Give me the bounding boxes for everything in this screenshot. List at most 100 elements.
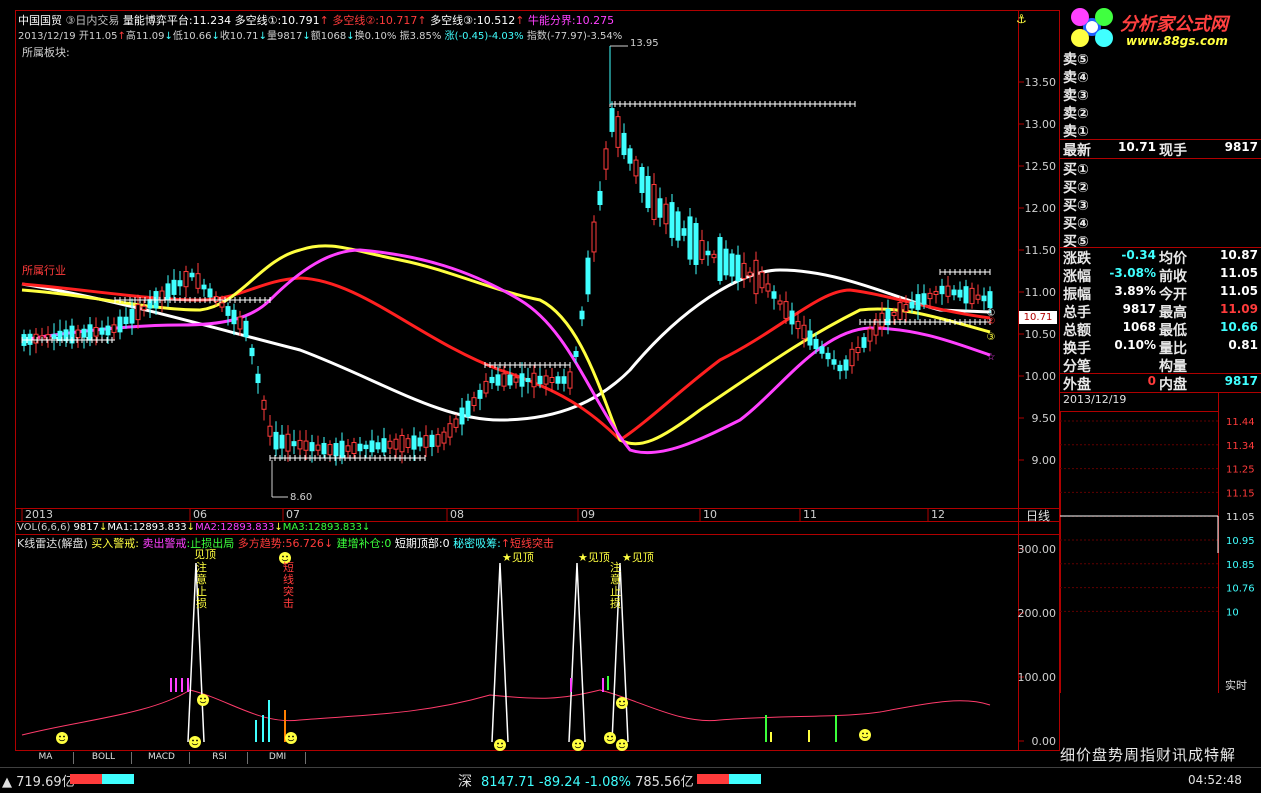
ma-end-marker: ☆ [987,352,996,363]
candle-body [303,440,309,451]
quote-row: 振幅 3.89% 今开 11.05 [1063,284,1258,303]
orderbook-level: 卖④ [1063,70,1089,86]
sub-tick-label: 300.00 [1018,543,1057,556]
candle-body [393,438,399,450]
candle-body [351,442,357,454]
candle-body [321,442,327,455]
minichart-tick: 11.34 [1226,441,1255,452]
candle-body [747,271,753,277]
candle-body [651,184,657,220]
signal-bar [808,730,810,742]
candle-body [759,271,765,289]
outer-inner-row: 外盘 0 内盘 9817 [1063,374,1258,393]
annotation-top-3: ★见顶 [622,551,654,564]
candle-body [969,287,975,305]
ohlc-high: 高11.09 [125,31,165,42]
candle-body [165,283,171,300]
signal-bar [175,678,177,692]
price-tick-label: 12.50 [1025,160,1057,173]
tab-dmi[interactable]: DMI [250,752,306,764]
minichart-tick: 10.95 [1226,536,1255,547]
logo-url: www.88gs.com [1126,34,1228,48]
footer-tabs[interactable]: 细价盘势周指财讯成特解 [1060,744,1236,765]
time-tick-label: 09 [581,508,595,521]
candle-body [273,431,279,450]
ohlc-date: 2013/12/19 [18,31,76,42]
candle-body [465,400,471,417]
quote-row: 涨幅 -3.08% 前收 11.05 [1063,266,1258,285]
quote-panel: 分析家公式网 www.88gs.com 卖⑤ 卖④ 卖③ 卖② 卖① 最新 10.71 … [1060,0,1261,792]
signal-bar [268,700,270,742]
logo[interactable]: 分析家公式网 www.88gs.com [1062,2,1257,54]
candle-body [645,175,651,209]
smiley-icon [616,697,628,709]
smiley-icon [604,732,616,744]
smiley-icon [572,739,584,751]
minichart-tick: 11.15 [1226,488,1255,499]
minichart-tick: 11.44 [1226,417,1255,428]
candle-body [129,308,135,324]
stock-name[interactable]: 中国国贸 [18,14,62,27]
candle-body [945,285,951,297]
sub-tick-label: 200.00 [1018,607,1057,620]
candle-body [141,305,147,311]
orderbook-level: 买④ [1063,216,1089,232]
candle-body [507,374,513,386]
candle-body [381,438,387,453]
candle-body [219,302,225,308]
tab-ma[interactable]: MA [18,752,74,764]
price-tick-label: 10.50 [1025,328,1057,341]
candle-body [729,253,735,277]
minichart-tick: 10.76 [1226,584,1255,595]
candle-body [555,376,561,384]
candle-body [447,423,453,438]
candle-body [405,438,411,448]
vol-ma3: MA3:12893.833 [282,522,363,533]
kline-chart[interactable]: 13.50 13.00 12.50 12.00 11.50 11.00 10.50 10.00… [0,0,1060,767]
smiley-icon [56,732,68,744]
candle-body [441,431,447,444]
candle-body [201,284,207,290]
ohlc-line: 2013/12/19 开11.05↑高11.09↓低10.66↓收10.71↓量… [18,31,623,42]
candle-body [435,434,441,447]
indicator-value: :11.234 [188,14,232,27]
status-bar-red [70,774,102,784]
sector-tag[interactable]: 所属行业 [22,262,66,278]
candle-body [333,443,339,457]
time-tick-label: 11 [803,508,817,521]
candle-body [843,359,849,371]
tab-rsi[interactable]: RSI [192,752,248,764]
ohlc-change: 涨(-0.45)-4.03% [444,31,524,42]
signal-bar [255,720,257,742]
annotation-top-2: ★见顶 [578,551,610,564]
candle-body [681,228,687,236]
candle-body [369,440,375,453]
tab-boll[interactable]: BOLL [76,752,132,764]
vol-ma1: MA1:12893.833 [107,522,187,533]
candle-body [573,350,579,358]
sector-label: 所属板块: [22,46,70,59]
candle-body [171,279,177,295]
candle-body [363,444,369,450]
minichart[interactable]: 11.44 11.34 11.25 11.15 11.05 10.95 10.85 10.76… [1060,393,1261,693]
candle-body [93,327,99,337]
annotation-top-1: ★见顶 [502,551,534,564]
candle-body [285,433,291,452]
tab-macd[interactable]: MACD [134,752,190,764]
candle-body [975,294,981,300]
header-line: 中国国贸 ③日内交易 量能博弈平台:11.234 多空线①:10.791↑ 多空… [18,14,615,27]
candle-body [471,397,477,407]
radar-top: 短期顶部:0 [394,537,450,550]
candle-body [915,294,921,310]
candle-body [963,286,969,304]
niuneng: 牛能分界:10.275 [527,14,615,27]
ma-end-marker: ③ [987,332,996,343]
period-label[interactable]: 日线 [1026,507,1050,524]
time-tick-label: 07 [286,508,300,521]
candle-body [861,337,867,348]
candle-body [237,316,243,330]
price-tick-label: 9.00 [1032,454,1057,467]
candle-body [789,310,795,325]
spike-signal [491,562,509,743]
ohlc-low: 低10.66 [172,31,212,42]
